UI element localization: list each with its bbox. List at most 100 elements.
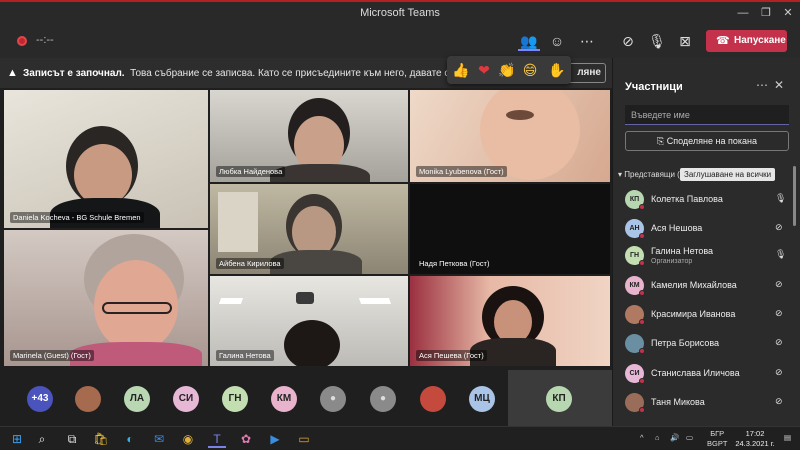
video-tile[interactable]: Надя Петкова (Гост)	[410, 184, 610, 274]
leave-button[interactable]: ☎ Напускане	[706, 30, 787, 52]
microphone-icon[interactable]: 🎙	[646, 31, 668, 51]
phone-icon: ☎	[716, 35, 730, 47]
media-player-icon[interactable]: ▶	[266, 430, 284, 448]
participant-name: Колетка Павлова	[651, 194, 723, 204]
search-input[interactable]: Въведете име	[625, 105, 789, 125]
mic-muted-icon[interactable]: ⊘	[775, 279, 783, 290]
meeting-toolbar: --:-- 👥 ☺ ⋯ ⊘ 🎙 ⊠ ☎ Напускане	[0, 24, 800, 58]
avatar[interactable]	[420, 386, 446, 412]
network-icon[interactable]: ⌂	[655, 433, 660, 442]
share-screen-icon[interactable]: ⊠	[674, 31, 696, 51]
participant-row[interactable]: Петра Борисова ⊘	[625, 332, 785, 356]
participant-name: Галина Нетова	[651, 246, 714, 256]
participant-row[interactable]: СИ Станислава Иличова ⊘	[625, 362, 785, 386]
microphone-icon[interactable]: 🎙	[775, 249, 786, 260]
share-invite-button[interactable]: ⎘ Споделяне на покана	[625, 131, 789, 151]
avatar: КП	[546, 386, 572, 412]
tray-chevron-icon[interactable]: ^	[640, 433, 644, 442]
avatar[interactable]: ГН	[222, 386, 248, 412]
avatar: ГН	[625, 246, 645, 266]
heart-icon[interactable]: ❤	[474, 60, 494, 80]
mute-all-button[interactable]: Заглушаване на всички	[680, 168, 776, 181]
reactions-icon[interactable]: ☺	[546, 31, 568, 51]
status-dot	[639, 260, 645, 266]
avatar[interactable]: ●	[320, 386, 346, 412]
participant-row[interactable]: КП Колетка Павлова 🎙	[625, 188, 786, 212]
avatar-initials: ГН	[629, 252, 640, 259]
avatar[interactable]: КМ	[271, 386, 297, 412]
maximize-icon[interactable]: ❐	[756, 5, 776, 21]
mic-muted-icon[interactable]: ⊘	[775, 367, 783, 378]
status-dot	[639, 204, 645, 210]
mail-icon[interactable]: ✉	[150, 430, 168, 448]
edge-icon[interactable]: ◐	[121, 430, 139, 448]
close-window-icon[interactable]: ✕	[778, 5, 798, 21]
battery-icon[interactable]: ▭	[686, 433, 693, 442]
self-video-tile[interactable]: КП	[508, 370, 612, 426]
tile-name: Надя Петкова (Гост)	[419, 259, 490, 268]
microphone-icon[interactable]: 🎙	[775, 193, 786, 204]
video-stage: Daniela Kocheva - BG Schule Bremen Любка…	[0, 88, 612, 368]
chrome-icon[interactable]: ◉	[179, 430, 197, 448]
close-icon[interactable]: ✕	[774, 78, 784, 92]
avatar[interactable]: СИ	[173, 386, 199, 412]
status-dot	[639, 233, 645, 239]
avatar-initials: СИ	[629, 370, 640, 377]
minimize-icon[interactable]: —	[733, 5, 753, 21]
participant-row[interactable]: Таня Микова ⊘	[625, 391, 785, 415]
video-tile[interactable]: Галина Нетова	[210, 276, 408, 366]
avatar: АН	[625, 219, 645, 239]
status-dot	[639, 319, 645, 325]
participants-panel: Участници ⋯ ✕ Въведете име ⎘ Споделяне н…	[612, 58, 800, 426]
avatar[interactable]: МЦ	[469, 386, 495, 412]
avatar[interactable]: ЛА	[124, 386, 150, 412]
mic-muted-icon[interactable]: ⊘	[775, 308, 783, 319]
video-tile[interactable]: Daniela Kocheva - BG Schule Bremen	[4, 90, 208, 228]
avatar[interactable]	[75, 386, 101, 412]
panel-scrollbar[interactable]	[793, 166, 796, 226]
photos-icon[interactable]: ✿	[237, 430, 255, 448]
laugh-icon[interactable]: 😄	[520, 60, 540, 80]
raise-hand-icon[interactable]: ✋	[547, 60, 567, 80]
video-tile[interactable]: Айбена Кирилова	[210, 184, 408, 274]
privacy-policy-label: ляне	[577, 67, 601, 78]
language-indicator[interactable]: БГР BGPT	[707, 429, 727, 449]
windows-start-icon[interactable]: ⊞	[8, 430, 26, 448]
mic-muted-icon[interactable]: ⊘	[775, 222, 783, 233]
clock[interactable]: 17:02 24.3.2021 г.	[733, 429, 777, 449]
more-options-icon[interactable]: ⋯	[756, 78, 768, 92]
participant-name: Красимира Иванова	[651, 309, 736, 319]
tile-name: Айбена Кирилова	[216, 258, 284, 269]
mic-muted-icon[interactable]: ⊘	[775, 337, 783, 348]
ceiling-light	[218, 298, 244, 304]
participant-row[interactable]: АН Ася Нешова ⊘	[625, 217, 785, 241]
task-view-icon[interactable]: ⧉	[63, 430, 81, 448]
notifications-icon[interactable]: ▤	[784, 433, 791, 442]
more-actions-icon[interactable]: ⋯	[576, 31, 598, 51]
participant-row[interactable]: Красимира Иванова ⊘	[625, 303, 785, 327]
video-tile[interactable]: Любка Найденова	[210, 90, 408, 182]
participant-row[interactable]: КМ Камелия Михайлова ⊘	[625, 274, 785, 298]
participants-icon[interactable]: 👥	[518, 31, 540, 51]
mic-muted-icon[interactable]: ⊘	[775, 396, 783, 407]
projector	[296, 292, 314, 304]
status-dot	[639, 378, 645, 384]
presenters-section[interactable]: ▾ Представящи (8)	[618, 170, 687, 179]
overflow-count[interactable]: +43	[27, 386, 53, 412]
video-tile[interactable]: Marinela (Guest) (Гост)	[4, 230, 208, 366]
warning-icon: ▲	[7, 67, 18, 79]
volume-icon[interactable]: 🔊	[670, 433, 679, 442]
teams-icon[interactable]: T	[208, 430, 226, 448]
status-dot	[639, 290, 645, 296]
avatar[interactable]: ●	[370, 386, 396, 412]
thumbs-up-icon[interactable]: 👍	[451, 60, 471, 80]
clap-icon[interactable]: 👏	[497, 60, 517, 80]
search-icon[interactable]: ⌕	[33, 430, 51, 448]
video-tile[interactable]: Monika Lyubenova (Гост)	[410, 90, 610, 182]
camera-off-icon[interactable]: ⊘	[617, 31, 639, 51]
participant-row[interactable]: ГН Галина Нетова Организатор 🎙	[625, 244, 786, 268]
video-tile[interactable]: Ася Пешева (Гост)	[410, 276, 610, 366]
store-icon[interactable]: 🛍	[92, 430, 110, 448]
file-explorer-icon[interactable]: ▭	[295, 430, 313, 448]
avatar	[625, 305, 645, 325]
